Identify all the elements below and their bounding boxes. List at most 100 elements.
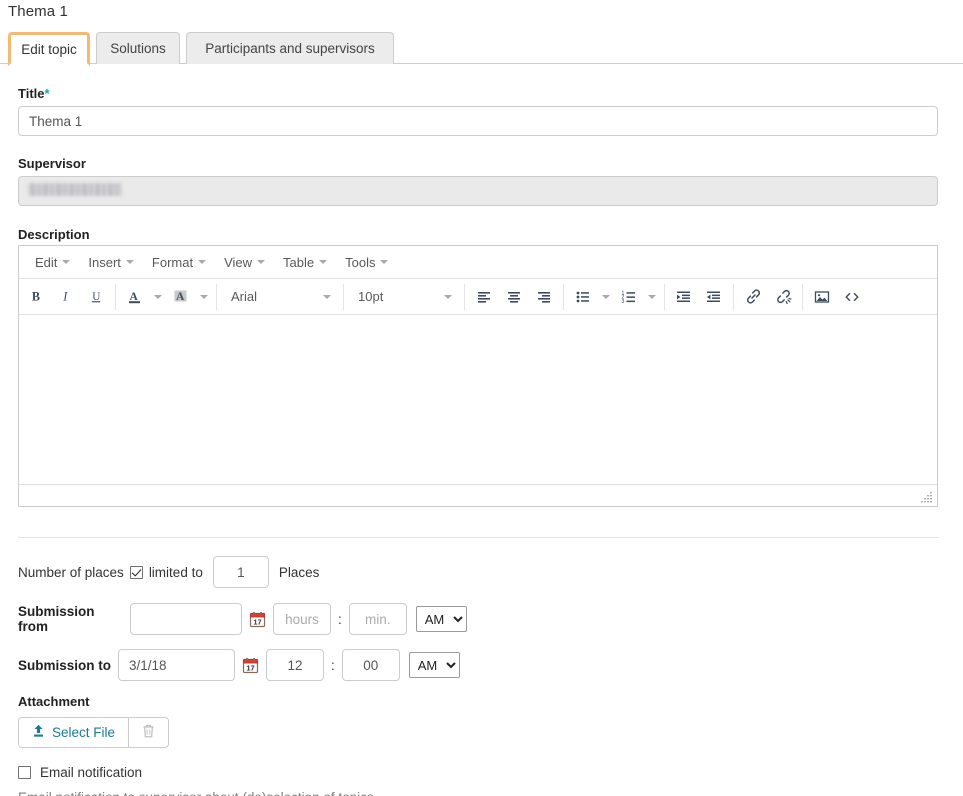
supervisor-input xyxy=(18,176,938,206)
editor-toolbar-group-inline: B I U xyxy=(21,284,111,310)
tab-edit-topic-label: Edit topic xyxy=(21,42,77,57)
background-color-chevron-down-icon[interactable] xyxy=(196,284,212,310)
editor-menu-view-label: View xyxy=(224,255,252,270)
editor-menu-table-label: Table xyxy=(283,255,314,270)
toolbar-divider xyxy=(733,284,734,310)
chevron-down-icon xyxy=(257,260,265,264)
italic-icon[interactable]: I xyxy=(51,284,81,310)
description-editor: Edit Insert Format View Table xyxy=(18,245,938,507)
toolbar-divider xyxy=(664,284,665,310)
indent-icon[interactable] xyxy=(669,284,699,310)
submission-from-date-input[interactable] xyxy=(130,603,242,635)
editor-menu-view[interactable]: View xyxy=(215,252,274,273)
email-notification-row: Email notification xyxy=(18,765,142,780)
text-color-chevron-down-icon[interactable] xyxy=(150,284,166,310)
description-label: Description xyxy=(18,227,90,242)
bullet-list-chevron-down-icon[interactable] xyxy=(598,284,614,310)
svg-text:U: U xyxy=(92,291,100,303)
number-of-places-label: Number of places xyxy=(18,565,124,580)
tab-solutions[interactable]: Solutions xyxy=(96,32,180,64)
bullet-list-icon[interactable] xyxy=(568,284,598,310)
chevron-down-icon xyxy=(323,295,331,299)
editor-menu-tools[interactable]: Tools xyxy=(336,252,397,273)
editor-menu-edit[interactable]: Edit xyxy=(26,252,79,273)
font-size-select[interactable]: 10pt xyxy=(348,284,460,310)
submission-to-hours-input[interactable] xyxy=(266,649,324,681)
font-family-select[interactable]: Arial xyxy=(221,284,339,310)
toolbar-divider xyxy=(802,284,803,310)
title-label-text: Title xyxy=(18,86,45,101)
tab-solutions-label: Solutions xyxy=(110,41,166,56)
title-label: Title* xyxy=(18,86,50,101)
numbered-list-chevron-down-icon[interactable] xyxy=(644,284,660,310)
calendar-icon[interactable]: 17 xyxy=(242,657,259,674)
align-left-icon[interactable] xyxy=(469,284,499,310)
editor-menu-tools-label: Tools xyxy=(345,255,375,270)
calendar-icon[interactable]: 17 xyxy=(249,611,266,628)
select-file-button[interactable]: Select File xyxy=(19,718,128,747)
svg-text:A: A xyxy=(176,291,185,303)
numbered-list-icon[interactable]: 123 xyxy=(614,284,644,310)
submission-to-date-input[interactable] xyxy=(118,649,235,681)
places-limited-checkbox[interactable] xyxy=(130,566,143,579)
delete-attachment-button[interactable] xyxy=(128,718,168,747)
editor-toolbar-group-indent xyxy=(669,284,729,310)
align-center-icon[interactable] xyxy=(499,284,529,310)
tab-edit-topic[interactable]: Edit topic xyxy=(8,32,90,66)
outdent-icon[interactable] xyxy=(699,284,729,310)
toolbar-divider xyxy=(343,284,344,310)
submission-to-minutes-input[interactable] xyxy=(342,649,400,681)
chevron-down-icon xyxy=(444,295,452,299)
underline-icon[interactable]: U xyxy=(81,284,111,310)
page-title: Thema 1 xyxy=(8,3,68,20)
chevron-down-icon xyxy=(319,260,327,264)
editor-menu-insert-label: Insert xyxy=(88,255,121,270)
unlink-icon[interactable] xyxy=(768,284,798,310)
editor-menu-format[interactable]: Format xyxy=(143,252,215,273)
description-editor-body[interactable] xyxy=(19,316,937,486)
title-input[interactable] xyxy=(18,106,938,136)
image-icon[interactable] xyxy=(807,284,837,310)
editor-toolbar-group-link xyxy=(738,284,798,310)
chevron-down-icon xyxy=(62,260,70,264)
attachment-label: Attachment xyxy=(18,694,90,709)
editor-toolbar-group-align xyxy=(469,284,559,310)
align-right-icon[interactable] xyxy=(529,284,559,310)
editor-menu-table[interactable]: Table xyxy=(274,252,336,273)
places-limited-to-label: limited to xyxy=(149,565,203,580)
email-notification-checkbox[interactable] xyxy=(18,766,31,779)
email-notification-hint: Email notification to supervisor about (… xyxy=(18,790,374,796)
submission-from-meridiem-select[interactable]: AM PM xyxy=(416,606,467,632)
tab-participants-and-supervisors[interactable]: Participants and supervisors xyxy=(186,32,394,64)
submission-to-meridiem-select[interactable]: AM PM xyxy=(409,652,460,678)
tab-bar: Edit topic Solutions Participants and su… xyxy=(0,32,963,64)
toolbar-divider xyxy=(563,284,564,310)
bold-icon[interactable]: B xyxy=(21,284,51,310)
places-suffix-label: Places xyxy=(279,565,320,580)
number-of-places-row: Number of places limited to Places xyxy=(18,556,319,588)
toolbar-divider xyxy=(115,284,116,310)
source-code-icon[interactable] xyxy=(837,284,867,310)
link-icon[interactable] xyxy=(738,284,768,310)
upload-icon xyxy=(32,724,45,741)
email-notification-label: Email notification xyxy=(40,765,142,780)
font-size-value: 10pt xyxy=(358,289,383,304)
attachment-controls: Select File xyxy=(18,717,169,748)
text-color-icon[interactable]: A xyxy=(120,284,150,310)
editor-toolbar-group-color: A A xyxy=(120,284,212,310)
submission-to-row: Submission to 17 : AM PM xyxy=(18,649,460,681)
supervisor-label: Supervisor xyxy=(18,156,86,171)
toolbar-divider xyxy=(464,284,465,310)
submission-from-minutes-input[interactable] xyxy=(349,603,407,635)
editor-menu-edit-label: Edit xyxy=(35,255,57,270)
submission-from-row: Submission from 17 : AM PM xyxy=(18,603,467,635)
editor-resize-handle-icon[interactable] xyxy=(920,490,934,504)
background-color-icon[interactable]: A xyxy=(166,284,196,310)
places-count-input[interactable] xyxy=(213,556,269,588)
submission-from-hours-input[interactable] xyxy=(273,603,331,635)
chevron-down-icon xyxy=(380,260,388,264)
supervisor-redacted-value xyxy=(28,183,122,196)
editor-menu-insert[interactable]: Insert xyxy=(79,252,143,273)
submission-to-label: Submission to xyxy=(18,658,114,673)
editor-menubar: Edit Insert Format View Table xyxy=(19,246,937,279)
